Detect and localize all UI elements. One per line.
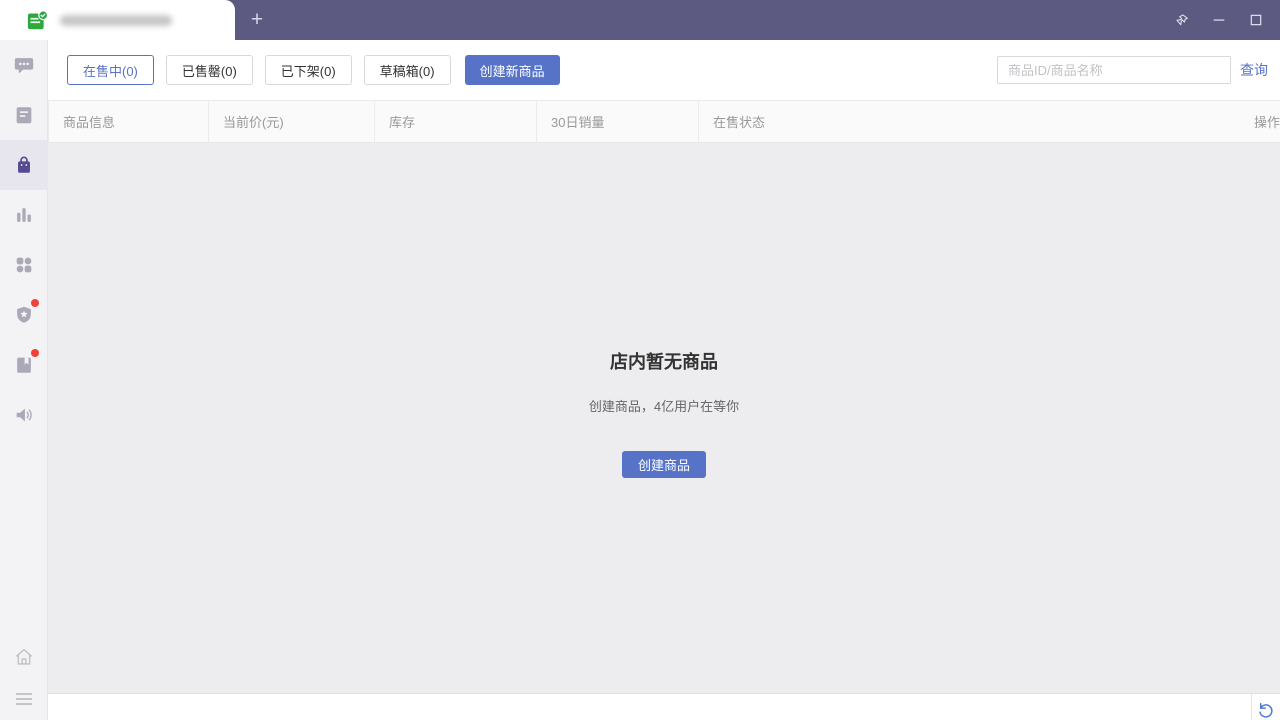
minimize-icon[interactable]	[1205, 6, 1233, 34]
maximize-icon[interactable]	[1242, 6, 1270, 34]
left-sidebar	[0, 40, 48, 720]
sidebar-item-home[interactable]	[0, 636, 48, 678]
filter-tab[interactable]: 草稿箱(0)	[363, 55, 451, 85]
order-list-icon	[16, 107, 32, 124]
pin-icon[interactable]	[1168, 6, 1196, 34]
sidebar-item-apps[interactable]	[0, 240, 48, 290]
chat-bubble-icon	[14, 58, 34, 73]
browser-tab[interactable]	[0, 0, 235, 40]
app-favicon-icon	[27, 9, 48, 29]
empty-state: 店内暂无商品 创建商品，4亿用户在等你 创建商品	[48, 143, 1280, 693]
filter-tab[interactable]: 已下架(0)	[264, 55, 352, 85]
notification-badge	[31, 299, 39, 307]
table-header-cell: 当前价(元)	[208, 101, 374, 142]
shield-star-icon	[17, 306, 31, 323]
notification-badge	[31, 349, 39, 357]
home-icon	[15, 648, 33, 665]
book-bookmark-icon	[17, 357, 31, 373]
sidebar-item-analytics[interactable]	[0, 190, 48, 240]
product-search: 查询	[997, 56, 1268, 84]
table-header: 商品信息 当前价(元) 库存 30日销量 在售状态 操作	[48, 100, 1280, 143]
sidebar-item-messages[interactable]	[0, 40, 48, 90]
product-search-input[interactable]	[997, 56, 1231, 84]
filter-tab[interactable]: 在售中(0)	[67, 55, 154, 85]
empty-state-subtitle: 创建商品，4亿用户在等你	[588, 399, 740, 414]
create-new-product-button[interactable]: 创建新商品	[464, 55, 560, 85]
create-product-button[interactable]: 创建商品	[622, 451, 706, 478]
shopping-bag-icon	[18, 156, 30, 173]
search-submit-button[interactable]: 查询	[1240, 60, 1268, 80]
filter-tab[interactable]: 已售罄(0)	[165, 55, 253, 85]
new-tab-button[interactable]: +	[243, 0, 271, 40]
sidebar-item-knowledge[interactable]	[0, 340, 48, 390]
speaker-icon	[16, 408, 32, 422]
tab-title-blurred	[60, 14, 172, 26]
apps-grid-icon	[16, 257, 32, 273]
products-toolbar: 在售中(0) 已售罄(0) 已下架(0) 草稿箱(0) 创建新商品 查询	[48, 40, 1280, 100]
table-header-cell: 30日销量	[536, 101, 698, 142]
table-header-cell: 在售状态	[698, 101, 1240, 142]
sidebar-item-protection[interactable]	[0, 290, 48, 340]
sidebar-item-products[interactable]	[0, 140, 48, 190]
table-header-cell: 库存	[374, 101, 536, 142]
restore-arrow-icon[interactable]	[1257, 701, 1275, 719]
bottom-bar-divider	[1251, 694, 1252, 720]
table-header-cell: 操作	[1253, 115, 1280, 130]
hamburger-menu-icon	[16, 693, 32, 705]
window-controls	[1168, 0, 1270, 40]
bar-chart-icon	[17, 208, 31, 222]
empty-state-title: 店内暂无商品	[610, 352, 718, 372]
filter-tabs: 在售中(0) 已售罄(0) 已下架(0) 草稿箱(0)	[67, 55, 463, 85]
sidebar-item-announcements[interactable]	[0, 390, 48, 440]
bottom-bar	[48, 693, 1280, 720]
sidebar-menu-toggle[interactable]	[0, 678, 48, 720]
sidebar-item-orders[interactable]	[0, 90, 48, 140]
table-header-cell: 商品信息	[48, 101, 208, 142]
window-titlebar: +	[0, 0, 1280, 40]
